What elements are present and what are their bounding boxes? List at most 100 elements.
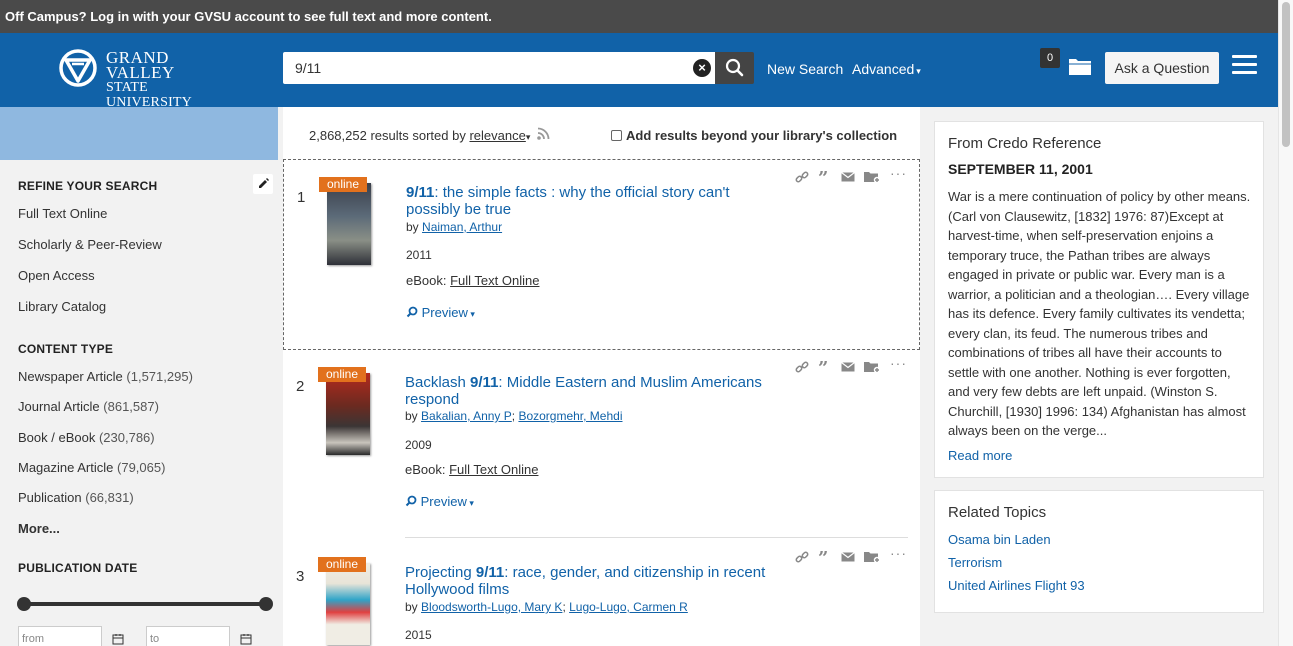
gvsu-logo[interactable]: GRAND VALLEY STATE UNIVERSITY (58, 45, 233, 110)
refine-item-library-catalog[interactable]: Library Catalog (18, 299, 106, 314)
date-slider-start-handle[interactable] (17, 597, 31, 611)
cite-quote-icon[interactable]: ” (818, 168, 828, 189)
date-from-input[interactable]: from (18, 626, 102, 646)
related-topics-panel: Related Topics Osama bin Laden Terrorism… (934, 490, 1264, 613)
email-icon[interactable] (841, 360, 855, 378)
magnifier-icon (405, 495, 417, 507)
book-cover-thumbnail[interactable]: online (318, 557, 376, 645)
folder-icon (1069, 59, 1091, 75)
related-title: Related Topics (948, 504, 1047, 521)
save-to-folder-icon[interactable] (863, 360, 881, 379)
credo-text: War is a mere continuation of policy by … (948, 189, 1251, 438)
cite-quote-icon[interactable]: ” (818, 358, 828, 379)
more-options-icon[interactable]: ··· (890, 355, 907, 371)
email-icon[interactable] (841, 550, 855, 568)
full-text-link[interactable]: Full Text Online (449, 462, 538, 477)
edit-refine-button[interactable] (253, 174, 273, 194)
result-number: 1 (297, 189, 306, 206)
basket-count-badge: 0 (1040, 48, 1060, 68)
more-options-icon[interactable]: ··· (890, 165, 907, 181)
advanced-search-link[interactable]: Advanced ▾ (852, 61, 921, 77)
refine-sidebar: REFINE YOUR SEARCH Full Text Online Scho… (0, 107, 278, 646)
refine-heading: REFINE YOUR SEARCH (18, 179, 158, 193)
credo-title: From Credo Reference (948, 135, 1102, 152)
result-number: 3 (296, 568, 305, 585)
content-item-book[interactable]: Book / eBook (230,786) (18, 430, 155, 445)
book-cover-thumbnail[interactable]: online (318, 367, 376, 455)
author-link[interactable]: Bakalian, Anny P (421, 409, 512, 423)
date-slider-end-handle[interactable] (259, 597, 273, 611)
rss-icon[interactable] (536, 127, 552, 141)
sort-relevance-dropdown[interactable]: relevance (469, 128, 525, 143)
result-year: 2015 (405, 628, 432, 642)
hamburger-menu-icon[interactable] (1232, 55, 1257, 75)
read-more-link[interactable]: Read more (948, 448, 1012, 463)
link-icon[interactable] (795, 360, 809, 379)
search-box: × (283, 52, 715, 84)
date-to-input[interactable]: to (146, 626, 230, 646)
result-year: 2011 (406, 248, 432, 262)
page-scrollbar[interactable] (1278, 0, 1293, 646)
magnifier-icon (406, 306, 418, 318)
refine-item-scholarly[interactable]: Scholarly & Peer-Review (18, 237, 162, 252)
author-link[interactable]: Lugo-Lugo, Carmen R (569, 600, 688, 614)
save-to-folder-icon[interactable] (863, 550, 881, 569)
beyond-collection-checkbox[interactable]: Add results beyond your library's collec… (611, 128, 897, 143)
results-list: 2,868,252 results sorted by relevance▾ A… (283, 107, 920, 646)
related-topic-link[interactable]: Terrorism (948, 555, 1002, 570)
content-item-publication[interactable]: Publication (66,831) (18, 490, 134, 505)
logo-line-2: STATE UNIVERSITY (106, 80, 192, 110)
author-link[interactable]: Bozorgmehr, Mehdi (518, 409, 622, 423)
clear-search-icon[interactable]: × (693, 59, 711, 77)
header-bar: GRAND VALLEY STATE UNIVERSITY × New Sear… (0, 33, 1278, 110)
save-to-folder-icon[interactable] (863, 170, 881, 189)
more-options-icon[interactable]: ··· (890, 545, 907, 561)
cover-image (326, 373, 370, 455)
link-icon[interactable] (795, 170, 809, 189)
calendar-icon[interactable] (240, 632, 252, 646)
result-toolbar: ” ··· (795, 545, 910, 569)
sidebar-top-band (0, 107, 278, 160)
refine-item-open-access[interactable]: Open Access (18, 268, 95, 283)
scrollbar-thumb[interactable] (1282, 2, 1290, 147)
content-item-newspaper[interactable]: Newspaper Article (1,571,295) (18, 369, 193, 384)
author-link[interactable]: Bloodsworth-Lugo, Mary K (421, 600, 562, 614)
cite-quote-icon[interactable]: ” (818, 548, 828, 569)
result-title-link[interactable]: 9/11: the simple facts : why the officia… (406, 184, 786, 218)
cover-image (326, 563, 370, 645)
result-authors: by Bakalian, Anny P; Bozorgmehr, Mehdi (405, 409, 623, 423)
search-button[interactable] (715, 52, 754, 84)
refine-item-full-text[interactable]: Full Text Online (18, 206, 107, 221)
preview-toggle[interactable]: Preview ▾ (405, 494, 474, 509)
content-type-heading: CONTENT TYPE (18, 342, 114, 356)
content-more-link[interactable]: More... (18, 521, 60, 536)
checkbox-icon[interactable] (611, 130, 622, 141)
caret-down-icon: ▾ (916, 66, 921, 76)
online-badge: online (318, 367, 366, 382)
result-title-link[interactable]: Projecting 9/11: race, gender, and citiz… (405, 564, 785, 598)
related-topic-link[interactable]: United Airlines Flight 93 (948, 578, 1085, 593)
result-title-link[interactable]: Backlash 9/11: Middle Eastern and Muslim… (405, 374, 785, 408)
full-text-link[interactable]: Full Text Online (450, 273, 539, 288)
email-icon[interactable] (841, 170, 855, 188)
author-link[interactable]: Naiman, Arthur (422, 220, 502, 234)
search-input[interactable] (283, 52, 683, 84)
ask-question-button[interactable]: Ask a Question (1105, 52, 1219, 84)
new-search-link[interactable]: New Search (767, 61, 843, 77)
content-item-journal[interactable]: Journal Article (861,587) (18, 399, 159, 414)
date-slider-track[interactable] (24, 602, 266, 606)
caret-down-icon: ▾ (467, 309, 475, 319)
search-icon (725, 58, 744, 77)
related-topic-link[interactable]: Osama bin Laden (948, 532, 1051, 547)
publication-date-heading: PUBLICATION DATE (18, 561, 138, 575)
content-item-magazine[interactable]: Magazine Article (79,065) (18, 460, 165, 475)
result-toolbar: ” ··· (795, 355, 910, 379)
calendar-icon[interactable] (112, 632, 124, 646)
result-divider (405, 537, 908, 538)
off-campus-banner[interactable]: Off Campus? Log in with your GVSU accoun… (0, 0, 1278, 33)
preview-toggle[interactable]: Preview ▾ (406, 305, 475, 320)
credo-subtitle: SEPTEMBER 11, 2001 (948, 161, 1093, 177)
caret-down-icon: ▾ (466, 498, 474, 508)
book-cover-thumbnail[interactable]: online (319, 177, 377, 265)
link-icon[interactable] (795, 550, 809, 569)
